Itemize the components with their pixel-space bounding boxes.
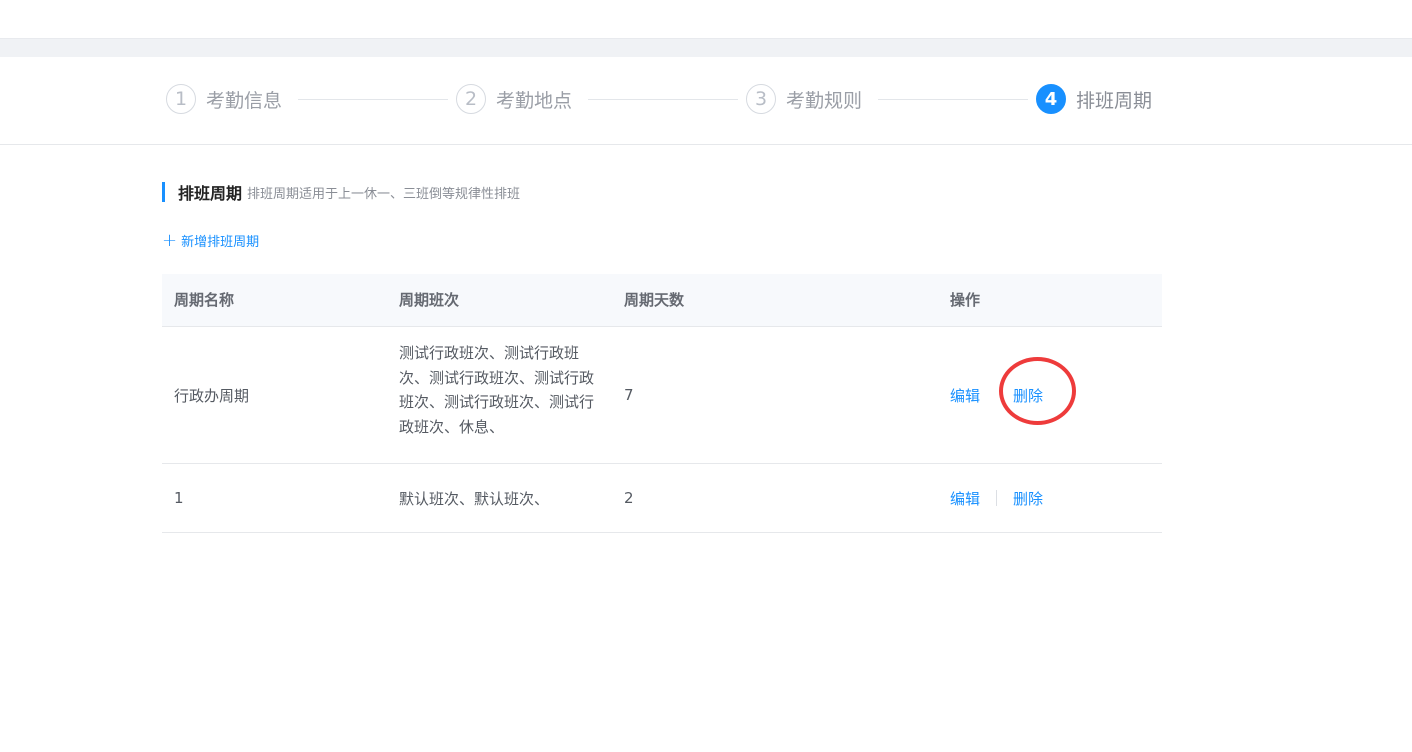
section-title: 排班周期 排班周期适用于上一休一、三班倒等规律性排班 [162, 181, 520, 203]
header-cycle-shifts: 周期班次 [399, 291, 460, 309]
schedule-cycle-table: 周期名称 周期班次 周期天数 操作 行政办周期 测试行政班次、测试行政班次、测试… [162, 274, 1162, 533]
top-bar [0, 0, 1412, 38]
cell-cycle-shifts: 测试行政班次、测试行政班次、测试行政班次、测试行政班次、测试行政班次、测试行政班… [399, 344, 595, 436]
step-connector [298, 99, 448, 100]
cell-cycle-shifts: 默认班次、默认班次、 [399, 489, 550, 508]
edit-button[interactable]: 编辑 [950, 488, 980, 509]
step-connector [878, 99, 1028, 100]
step-4-number: 4 [1036, 84, 1066, 114]
section-title-text: 排班周期 [178, 184, 243, 203]
step-3[interactable]: 3 考勤规则 [746, 83, 862, 115]
step-1-label: 考勤信息 [206, 89, 283, 112]
delete-button[interactable]: 删除 [1013, 385, 1043, 406]
cell-cycle-days: 7 [624, 386, 634, 404]
cell-cycle-days: 2 [624, 489, 634, 507]
title-accent-bar [162, 182, 165, 202]
step-1[interactable]: 1 考勤信息 [166, 83, 282, 115]
step-connector [588, 99, 738, 100]
add-schedule-cycle-label: 新增排班周期 [181, 235, 260, 250]
cell-cycle-name: 行政办周期 [174, 386, 250, 405]
step-2[interactable]: 2 考勤地点 [456, 83, 572, 115]
step-1-number: 1 [166, 84, 196, 114]
cell-cycle-name: 1 [174, 489, 184, 507]
table-row: 1 默认班次、默认班次、 2 编辑 删除 [162, 464, 1162, 533]
gray-divider-band [0, 38, 1412, 57]
section-subtitle: 排班周期适用于上一休一、三班倒等规律性排班 [247, 186, 521, 202]
table-header: 周期名称 周期班次 周期天数 操作 [162, 274, 1162, 326]
step-progress-bar: 1 考勤信息 2 考勤地点 3 考勤规则 4 排班周期 [0, 57, 1412, 145]
plus-icon: + [162, 229, 178, 251]
header-cycle-days: 周期天数 [624, 291, 685, 309]
edit-button[interactable]: 编辑 [950, 385, 980, 406]
step-3-number: 3 [746, 84, 776, 114]
header-actions: 操作 [950, 291, 981, 309]
step-2-label: 考勤地点 [496, 89, 573, 112]
delete-button[interactable]: 删除 [1013, 488, 1043, 509]
row-actions: 编辑 删除 [950, 327, 1043, 463]
page: 1 考勤信息 2 考勤地点 3 考勤规则 4 排班周期 排班周期 排班周期适用于… [0, 0, 1412, 752]
step-2-number: 2 [456, 84, 486, 114]
row-actions: 编辑 删除 [950, 464, 1043, 532]
add-schedule-cycle-button[interactable]: + 新增排班周期 [162, 231, 259, 250]
step-4-label: 排班周期 [1076, 89, 1153, 112]
step-3-label: 考勤规则 [786, 89, 863, 112]
table-row: 行政办周期 测试行政班次、测试行政班次、测试行政班次、测试行政班次、测试行政班次… [162, 326, 1162, 464]
step-4[interactable]: 4 排班周期 [1036, 83, 1152, 115]
header-cycle-name: 周期名称 [174, 291, 235, 309]
action-divider [996, 490, 998, 506]
